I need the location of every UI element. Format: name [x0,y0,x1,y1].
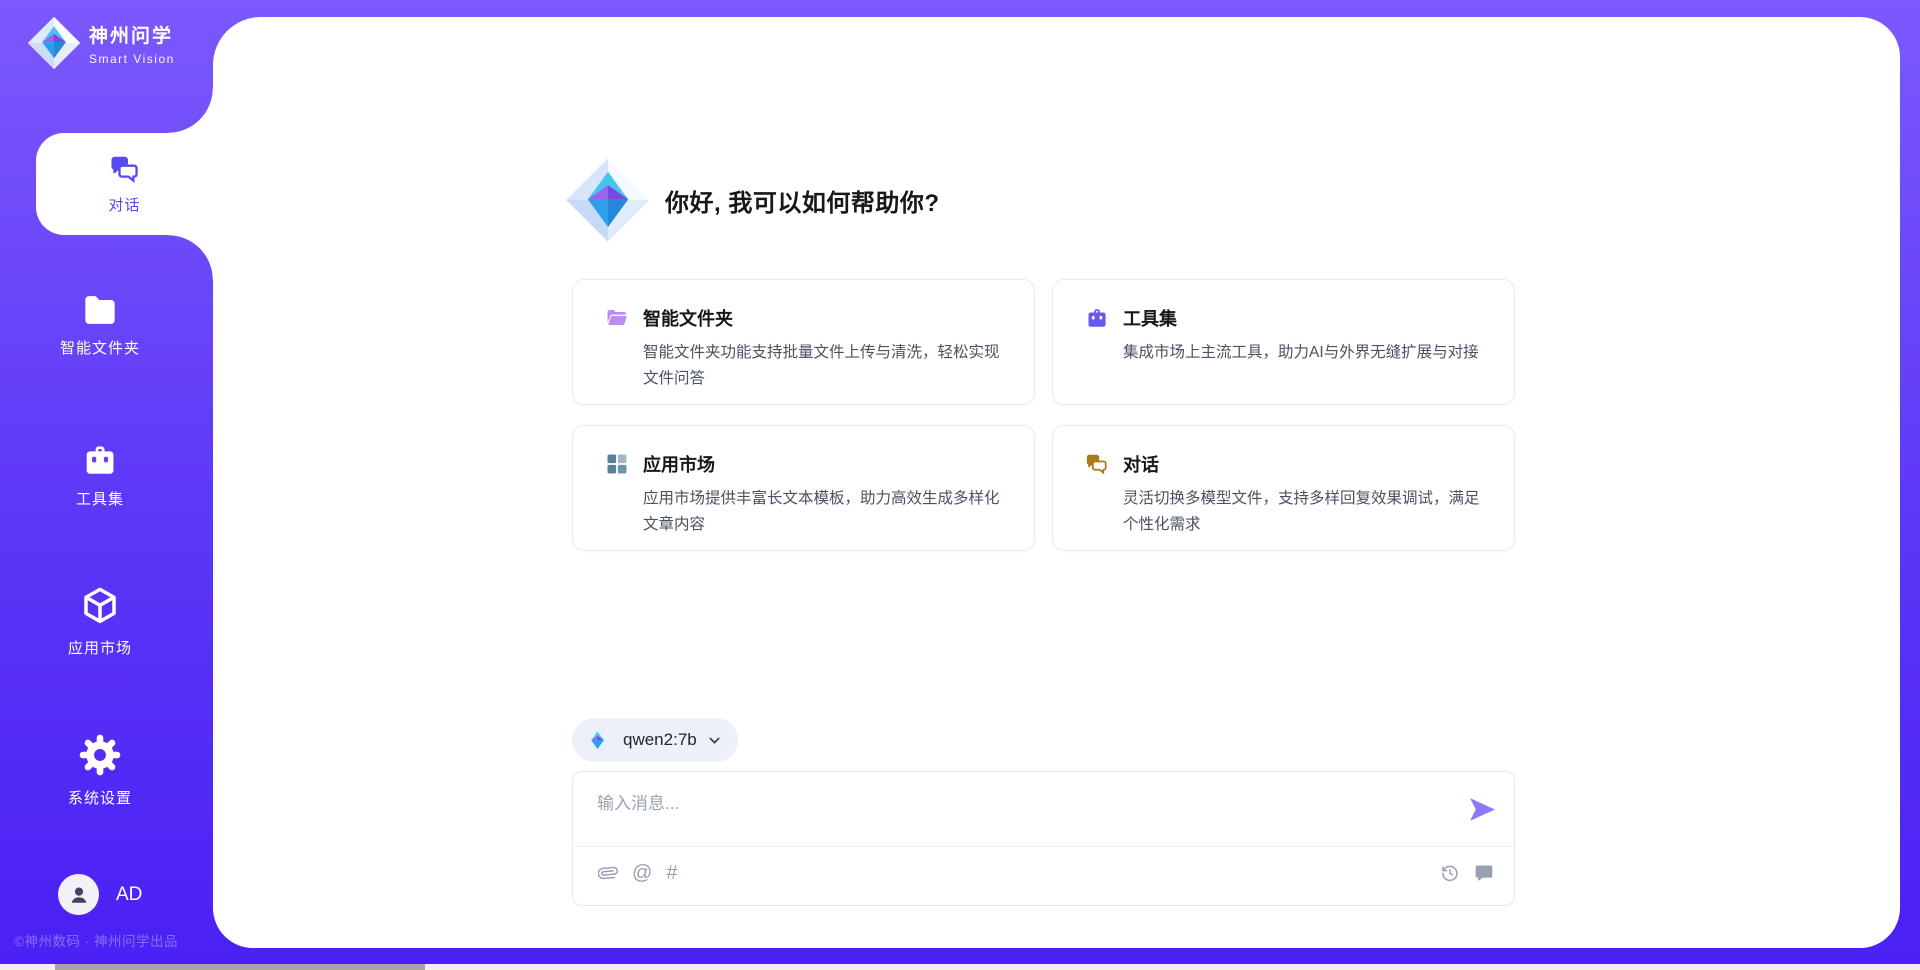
card-description: 集成市场上主流工具，助力AI与外界无缝扩展与对接 [1123,340,1484,366]
briefcase-icon [81,442,119,478]
card-title: 对话 [1123,451,1159,477]
comment-icon [1474,863,1494,883]
feature-card-chat[interactable]: 对话 灵活切换多模型文件，支持多样回复效果调试，满足个性化需求 [1052,425,1515,551]
history-button[interactable] [1440,863,1460,883]
history-icon [1440,863,1460,883]
copyright-text: ©神州数码 · 神州问学出品 [14,930,178,950]
grid-icon [605,452,629,476]
model-selector[interactable]: qwen2:7b [572,718,738,762]
person-icon [67,883,91,907]
brand-logo-icon [27,16,81,70]
sidebar-item-label: 对话 [108,194,140,215]
sidebar-item-settings[interactable]: 系统设置 [0,733,200,808]
model-name: qwen2:7b [623,730,697,750]
feature-card-app-market[interactable]: 应用市场 应用市场提供丰富长文本模板，助力高效生成多样化文章内容 [572,425,1035,551]
horizontal-scrollbar[interactable] [0,964,1920,970]
main-content: 你好, 我可以如何帮助你? 智能文件夹 智能文件夹功能支持批量文件上传与清洗，轻… [213,17,1900,948]
message-input[interactable] [597,789,1447,839]
sidebar-item-chat[interactable]: 对话 [36,133,213,235]
card-title: 工具集 [1123,305,1177,331]
avatar [58,874,99,915]
card-description: 应用市场提供丰富长文本模板，助力高效生成多样化文章内容 [643,486,1004,538]
brand-name: 神州问学 [89,21,175,48]
composer-divider [573,846,1514,847]
paperclip-icon [598,863,618,883]
card-description: 智能文件夹功能支持批量文件上传与清洗，轻松实现文件问答 [643,340,1004,392]
sidebar: 神州问学 Smart Vision 对话 智能文件夹 工具集 [0,0,213,970]
brand-subtitle: Smart Vision [89,52,175,66]
feature-cards: 智能文件夹 智能文件夹功能支持批量文件上传与清洗，轻松实现文件问答 工具集 集成… [572,279,1515,551]
sidebar-item-app-market[interactable]: 应用市场 [0,585,200,658]
chevron-down-icon [707,733,722,748]
tab-fillet-bottom [168,235,213,280]
user-name: AD [116,884,142,906]
sidebar-item-toolset[interactable]: 工具集 [0,442,200,509]
topic-button[interactable]: # [666,863,677,883]
user-profile[interactable]: AD [58,874,142,915]
sidebar-item-label: 系统设置 [68,787,132,808]
dialog-button[interactable] [1474,863,1494,883]
sidebar-item-label: 工具集 [76,488,124,509]
sidebar-item-label: 智能文件夹 [60,337,140,358]
gear-icon [78,733,122,777]
card-title: 应用市场 [643,451,715,477]
card-description: 灵活切换多模型文件，支持多样回复效果调试，满足个性化需求 [1123,486,1484,538]
feature-card-smart-folder[interactable]: 智能文件夹 智能文件夹功能支持批量文件上传与清洗，轻松实现文件问答 [572,279,1035,405]
attach-file-button[interactable] [598,863,618,883]
assistant-logo-icon [565,157,651,243]
sidebar-item-smart-folder[interactable]: 智能文件夹 [0,293,200,358]
brand: 神州问学 Smart Vision [27,16,175,70]
tab-fillet-top [168,88,213,133]
sidebar-item-label: 应用市场 [68,637,132,658]
send-icon [1469,798,1496,821]
greeting-text: 你好, 我可以如何帮助你? [665,183,940,218]
chat-bubbles-icon [109,154,141,184]
mention-button[interactable]: @ [632,863,652,883]
hash-icon: # [666,863,677,883]
folder-open-icon [605,306,629,330]
briefcase-icon [1085,306,1109,330]
scrollbar-thumb[interactable] [55,964,425,970]
feature-card-toolset[interactable]: 工具集 集成市场上主流工具，助力AI与外界无缝扩展与对接 [1052,279,1515,405]
model-logo-icon [584,727,611,754]
composer: @ # [572,771,1515,906]
greeting: 你好, 我可以如何帮助你? [565,157,940,243]
card-title: 智能文件夹 [643,305,733,331]
folder-icon [81,293,119,327]
send-button[interactable] [1469,798,1496,821]
composer-toolbar: @ # [598,858,1494,888]
cube-icon [79,585,121,627]
at-sign-icon: @ [632,863,652,883]
chat-bubbles-icon [1085,452,1109,476]
